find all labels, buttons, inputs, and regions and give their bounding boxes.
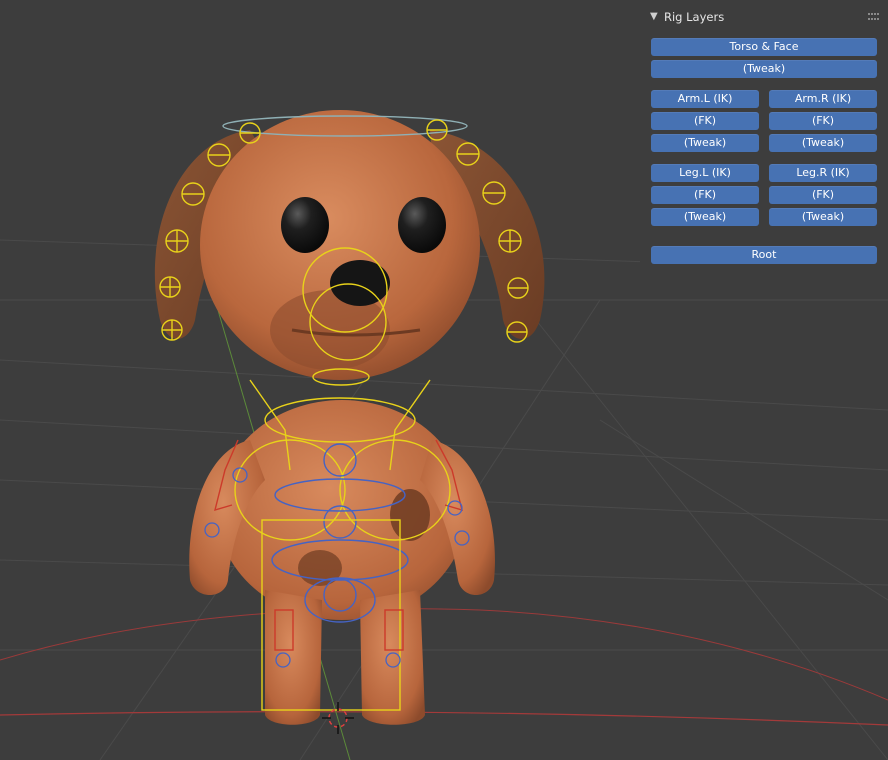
arm-l-ik-button[interactable]: Arm.L (IK) [651,90,759,108]
rig-layers-panel: ▼ Rig Layers Torso & Face (Tweak) Arm.L … [640,4,888,280]
leg-l-ik-button[interactable]: Leg.L (IK) [651,164,759,182]
eye-right [398,197,446,253]
arm-r-tweak-button[interactable]: (Tweak) [769,134,877,152]
leg-l-tweak-button[interactable]: (Tweak) [651,208,759,226]
torso-tweak-button[interactable]: (Tweak) [651,60,877,78]
root-button[interactable]: Root [651,246,877,264]
leg-r-fk-button[interactable]: (FK) [769,186,877,204]
panel-title: Rig Layers [664,10,725,24]
arm-r-ik-button[interactable]: Arm.R (IK) [769,90,877,108]
x-axis-line [0,711,888,726]
leg-l-fk-button[interactable]: (FK) [651,186,759,204]
leg-r-tweak-button[interactable]: (Tweak) [769,208,877,226]
eye-left [281,197,329,253]
torso-face-button[interactable]: Torso & Face [651,38,877,56]
floor-circle [0,608,888,701]
arm-l-tweak-button[interactable]: (Tweak) [651,134,759,152]
arm-l-fk-button[interactable]: (FK) [651,112,759,130]
arm-r-fk-button[interactable]: (FK) [769,112,877,130]
nose [330,260,390,306]
chevron-down-icon[interactable]: ▼ [650,12,660,22]
leg-r-ik-button[interactable]: Leg.R (IK) [769,164,877,182]
drag-handle-icon[interactable] [868,13,879,21]
panel-header[interactable]: ▼ Rig Layers [640,4,888,30]
